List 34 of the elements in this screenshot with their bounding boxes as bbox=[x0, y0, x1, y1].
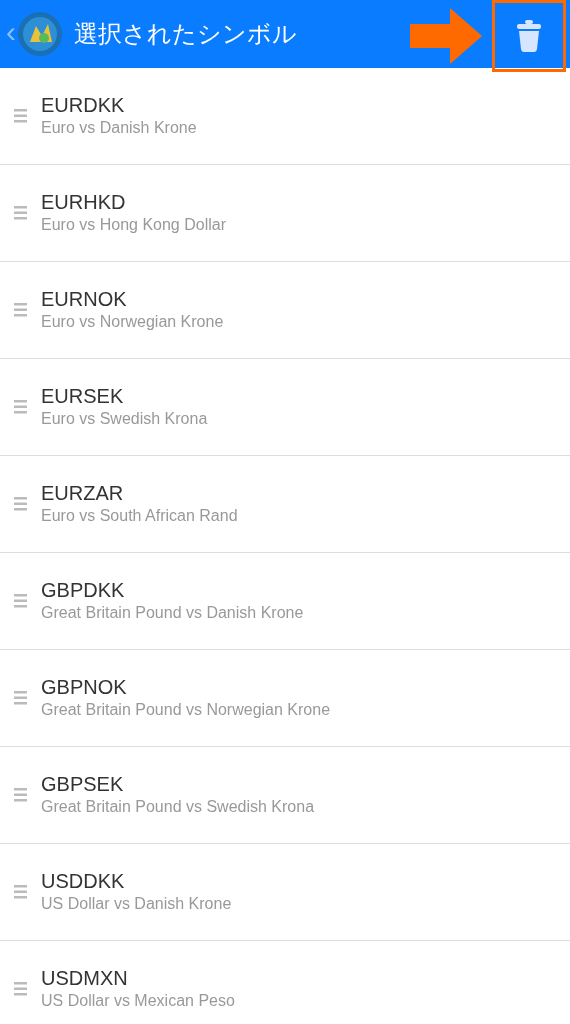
symbol-code: GBPNOK bbox=[41, 674, 128, 699]
symbol-description: Euro vs Norwegian Krone bbox=[41, 311, 224, 332]
symbol-code: EURSEK bbox=[41, 383, 125, 408]
symbol-description: Euro vs Swedish Krona bbox=[41, 408, 208, 429]
symbol-code: USDMXN bbox=[41, 965, 129, 990]
drag-handle-icon[interactable] bbox=[14, 109, 27, 123]
drag-handle-icon[interactable] bbox=[14, 885, 27, 899]
trash-icon[interactable] bbox=[516, 20, 542, 52]
back-button[interactable]: ‹ bbox=[0, 17, 18, 51]
drag-handle-icon[interactable] bbox=[14, 400, 27, 414]
symbol-description: Euro vs Danish Krone bbox=[41, 117, 197, 138]
symbol-code: EURDKK bbox=[41, 92, 126, 117]
screen-title: 選択されたシンボル bbox=[74, 19, 297, 49]
symbol-code: GBPDKK bbox=[41, 577, 126, 602]
symbol-description: US Dollar vs Danish Krone bbox=[41, 893, 232, 914]
symbol-description: Great Britain Pound vs Swedish Krona bbox=[41, 796, 315, 817]
symbol-description: Euro vs South African Rand bbox=[41, 505, 238, 526]
drag-handle-icon[interactable] bbox=[14, 206, 27, 220]
drag-handle-icon[interactable] bbox=[14, 788, 27, 802]
symbol-code: USDDKK bbox=[41, 868, 126, 893]
symbol-code: EURNOK bbox=[41, 286, 128, 311]
drag-handle-icon[interactable] bbox=[14, 594, 27, 608]
drag-handle-icon[interactable] bbox=[14, 497, 27, 511]
drag-handle-icon[interactable] bbox=[14, 982, 27, 996]
app-logo-icon bbox=[18, 12, 62, 56]
symbol-code: EURZAR bbox=[41, 480, 125, 505]
symbol-description: Great Britain Pound vs Danish Krone bbox=[41, 602, 304, 623]
drag-handle-icon[interactable] bbox=[14, 691, 27, 705]
symbol-code: EURHKD bbox=[41, 189, 127, 214]
symbol-description: Great Britain Pound vs Norwegian Krone bbox=[41, 699, 331, 720]
symbol-code: GBPSEK bbox=[41, 771, 125, 796]
drag-handle-icon[interactable] bbox=[14, 303, 27, 317]
symbol-description: Euro vs Hong Kong Dollar bbox=[41, 214, 226, 235]
symbol-description: US Dollar vs Mexican Peso bbox=[41, 990, 235, 1011]
